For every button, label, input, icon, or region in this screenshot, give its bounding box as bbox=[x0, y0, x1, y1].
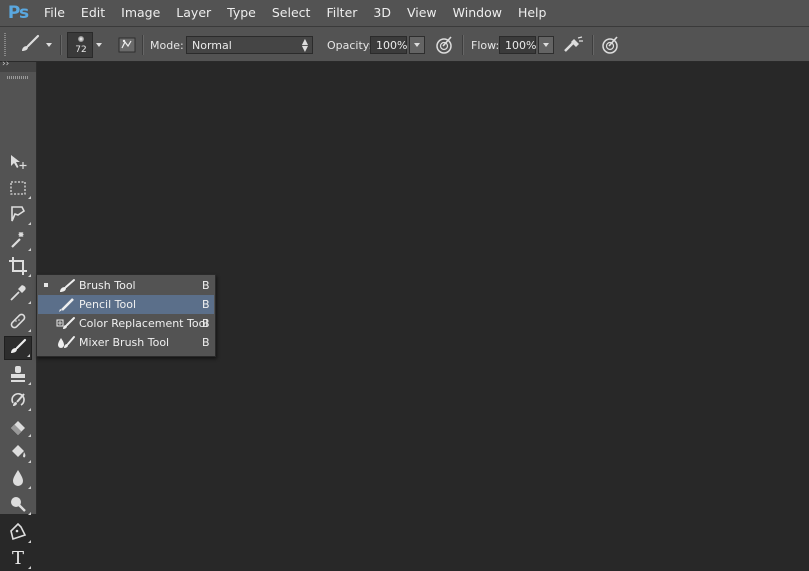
airbrush-icon bbox=[562, 34, 584, 56]
menu-type[interactable]: Type bbox=[219, 0, 264, 26]
flyout-item-shortcut: B bbox=[202, 336, 210, 349]
marquee-icon bbox=[9, 180, 27, 199]
chevron-down-icon[interactable] bbox=[93, 32, 104, 58]
tools-panel: ›› T bbox=[0, 59, 37, 569]
opacity-label: Opacity: bbox=[327, 38, 373, 52]
brush-icon bbox=[8, 338, 28, 359]
divider bbox=[142, 35, 144, 55]
menu-select[interactable]: Select bbox=[264, 0, 319, 26]
history-brush-tool[interactable] bbox=[4, 389, 32, 413]
menu-layer[interactable]: Layer bbox=[168, 0, 219, 26]
mode-value: Normal bbox=[192, 39, 232, 52]
healing-brush-icon bbox=[8, 311, 28, 334]
tools-panel-header[interactable]: ›› bbox=[0, 59, 36, 72]
marquee-tool[interactable] bbox=[4, 177, 32, 201]
blur-icon bbox=[8, 468, 28, 491]
flyout-item-pencil-tool[interactable]: Pencil Tool B bbox=[38, 295, 214, 314]
flow-label: Flow: bbox=[471, 38, 500, 52]
flyout-item-color-replacement-tool[interactable]: Color Replacement Tool B bbox=[38, 314, 214, 333]
opacity-field[interactable]: 100% bbox=[370, 27, 425, 63]
menu-view[interactable]: View bbox=[399, 0, 445, 26]
clone-stamp-icon bbox=[8, 364, 28, 387]
brush-tool[interactable] bbox=[4, 336, 32, 360]
paint-bucket-icon bbox=[8, 442, 28, 465]
menu-bar: Ps File Edit Image Layer Type Select Fil… bbox=[0, 0, 809, 26]
selected-indicator bbox=[44, 283, 48, 287]
pen-tool[interactable] bbox=[4, 521, 32, 545]
flyout-item-label: Pencil Tool bbox=[79, 298, 137, 311]
flyout-item-label: Mixer Brush Tool bbox=[79, 336, 170, 349]
menu-filter[interactable]: Filter bbox=[318, 0, 365, 26]
flow-dropdown-button[interactable] bbox=[538, 36, 554, 54]
lasso-icon bbox=[8, 204, 28, 227]
healing-brush-tool[interactable] bbox=[4, 310, 32, 334]
move-tool[interactable] bbox=[4, 151, 32, 175]
pen-icon bbox=[8, 522, 28, 545]
app-logo: Ps bbox=[7, 3, 29, 23]
chevron-down-icon bbox=[46, 43, 52, 47]
menu-image[interactable]: Image bbox=[113, 0, 168, 26]
options-grip[interactable] bbox=[4, 27, 12, 63]
flyout-item-shortcut: B bbox=[202, 279, 210, 292]
crop-tool[interactable] bbox=[4, 255, 32, 279]
eraser-icon bbox=[8, 416, 28, 439]
brush-tools-flyout: Brush Tool B Pencil Tool B Color Replace… bbox=[36, 274, 216, 357]
flyout-item-label: Color Replacement Tool bbox=[79, 317, 209, 330]
up-down-arrows-icon: ▲ ▼ bbox=[301, 37, 308, 53]
history-brush-icon bbox=[8, 390, 28, 413]
flyout-item-mixer-brush-tool[interactable]: Mixer Brush Tool B bbox=[38, 333, 214, 352]
pressure-size-icon bbox=[599, 34, 621, 56]
type-tool[interactable]: T bbox=[4, 547, 32, 571]
pressure-size-button[interactable] bbox=[599, 27, 621, 63]
flyout-item-shortcut: B bbox=[202, 317, 210, 330]
lasso-tool[interactable] bbox=[4, 203, 32, 227]
flyout-item-brush-tool[interactable]: Brush Tool B bbox=[38, 276, 214, 295]
flyout-item-shortcut: B bbox=[202, 298, 210, 311]
move-icon bbox=[8, 153, 28, 174]
pressure-opacity-icon bbox=[433, 34, 455, 56]
eraser-tool[interactable] bbox=[4, 415, 32, 439]
eyedropper-icon bbox=[8, 283, 28, 306]
divider bbox=[462, 35, 464, 55]
menu-file[interactable]: File bbox=[36, 0, 73, 26]
menu-window[interactable]: Window bbox=[445, 0, 510, 26]
tool-preset-picker[interactable] bbox=[18, 27, 52, 63]
divider bbox=[592, 35, 594, 55]
airbrush-button[interactable] bbox=[562, 27, 584, 63]
opacity-dropdown-button[interactable] bbox=[409, 36, 425, 54]
pressure-opacity-button[interactable] bbox=[433, 27, 455, 63]
mode-select[interactable]: Normal ▲ ▼ bbox=[186, 27, 313, 63]
toggle-brush-panel-button[interactable] bbox=[116, 27, 138, 63]
pencil-icon bbox=[56, 296, 76, 313]
dodge-icon bbox=[8, 494, 28, 517]
crop-icon bbox=[8, 256, 28, 279]
options-bar: 72 Mode: Normal ▲ ▼ Opacity: 100% Flow: 1… bbox=[0, 26, 809, 62]
mixer-brush-icon bbox=[56, 334, 76, 351]
clone-stamp-tool[interactable] bbox=[4, 363, 32, 387]
expand-panel-icon[interactable]: ›› bbox=[2, 59, 9, 69]
menu-3d[interactable]: 3D bbox=[365, 0, 399, 26]
brush-preview: 72 bbox=[67, 32, 93, 58]
brush-tip-icon bbox=[78, 36, 84, 42]
magic-wand-tool[interactable] bbox=[4, 229, 32, 253]
dodge-tool[interactable] bbox=[4, 493, 32, 517]
type-icon: T bbox=[11, 548, 24, 569]
brush-icon bbox=[56, 277, 76, 294]
mode-label: Mode: bbox=[150, 38, 184, 52]
blur-tool[interactable] bbox=[4, 467, 32, 491]
panel-grip[interactable] bbox=[7, 76, 29, 79]
paint-bucket-tool[interactable] bbox=[4, 441, 32, 465]
flow-field[interactable]: 100% bbox=[499, 27, 554, 63]
brush-size: 72 bbox=[75, 45, 87, 55]
brush-icon bbox=[18, 34, 42, 57]
menu-edit[interactable]: Edit bbox=[73, 0, 113, 26]
menu-help[interactable]: Help bbox=[510, 0, 555, 26]
flyout-item-label: Brush Tool bbox=[79, 279, 136, 292]
divider bbox=[60, 35, 62, 55]
brush-panel-icon bbox=[116, 34, 138, 56]
eyedropper-tool[interactable] bbox=[4, 282, 32, 306]
color-replacement-icon bbox=[56, 315, 76, 332]
brush-picker[interactable]: 72 bbox=[67, 27, 104, 63]
magic-wand-icon bbox=[8, 230, 28, 253]
